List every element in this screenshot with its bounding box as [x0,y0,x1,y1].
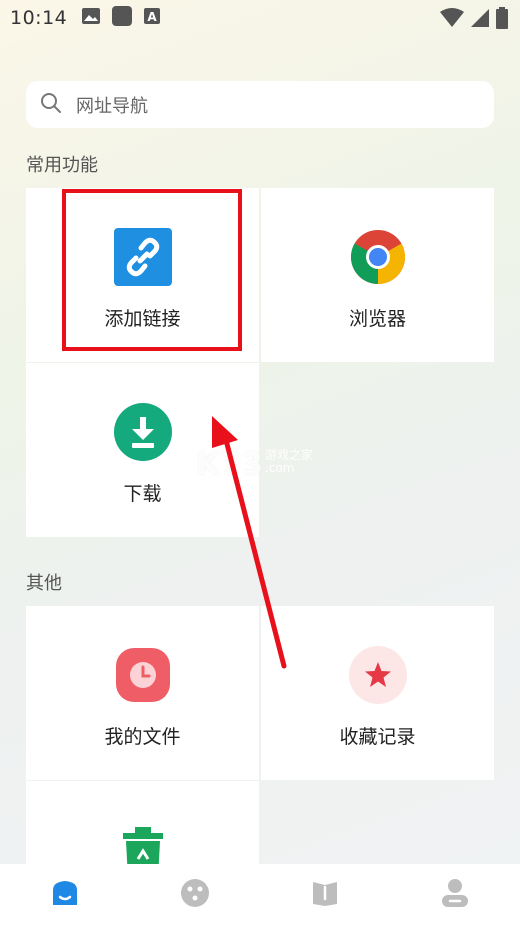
nav-profile[interactable] [425,865,485,925]
discover-icon [180,878,210,912]
annotation-arrow [212,416,287,669]
book-icon [311,879,339,911]
profile-icon [440,878,470,912]
nav-book[interactable] [295,865,355,925]
nav-discover[interactable] [165,865,225,925]
nav-home[interactable] [35,865,95,925]
home-icon [50,878,80,912]
bottom-nav [0,864,520,926]
